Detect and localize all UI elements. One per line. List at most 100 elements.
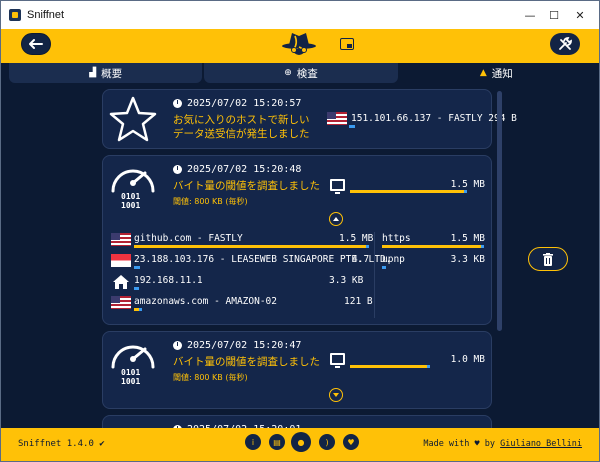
notification-favorite: 2025/07/02 15:20:57 お気に入りのホストで新しい データ送受信… (102, 89, 517, 149)
traffic-bar-out (350, 190, 464, 193)
gauge-binary-2: 1001 (121, 201, 141, 210)
version-label: Sniffnet 1.4.0 ✔ (18, 439, 105, 449)
clock-icon (173, 165, 182, 174)
clear-all-button[interactable] (528, 247, 568, 271)
host-name[interactable]: 192.168.11.1 (134, 275, 203, 286)
chevron-down-icon (333, 393, 339, 397)
tab-bar: ▟ 概要 ⊕ 検査 ▲ 通知 (9, 63, 593, 83)
column-divider (374, 232, 375, 318)
notification-threshold-expanded: 0101 1001 2025/07/02 15:20:48 バイト量の閾値を調査… (102, 155, 492, 325)
search-icon: ⊕ (284, 68, 292, 78)
threshold-value: 閾値: 800 KB (毎秒) (173, 373, 248, 382)
github-icon[interactable]: ● (291, 432, 311, 452)
host-size: 4.7 (352, 254, 370, 265)
traffic-bar-in (139, 308, 142, 311)
service-size: 3.3 KB (450, 254, 485, 265)
trash-icon (543, 252, 553, 266)
us-flag-icon (327, 112, 347, 125)
bell-icon: ▲ (479, 68, 487, 78)
rss-icon[interactable]: ) (319, 434, 335, 450)
traffic-bar (134, 266, 140, 269)
monitor-icon (330, 179, 345, 194)
host-size: 1.5 MB (339, 233, 374, 244)
close-button[interactable]: ✕ (560, 1, 599, 29)
total-size: 1.0 MB (450, 354, 485, 365)
tools-icon (559, 37, 572, 50)
timestamp-text: 2025/07/02 15:20:57 (187, 98, 302, 109)
speedometer-icon (111, 169, 155, 193)
title-bar: Sniffnet — ☐ ✕ (1, 1, 599, 29)
traffic-bar (382, 245, 481, 248)
service-size: 1.5 MB (450, 233, 485, 244)
us-flag-icon (111, 233, 131, 246)
notification-message: バイト量の閾値を調査しました (173, 356, 320, 368)
gauge-binary-2: 1001 (121, 377, 141, 386)
window-title: Sniffnet (27, 9, 65, 21)
traffic-bar-in (481, 245, 484, 248)
tab-overview[interactable]: ▟ 概要 (9, 63, 203, 83)
header-bar (1, 29, 599, 63)
us-flag-icon (111, 296, 131, 309)
traffic-bar-in (464, 190, 467, 193)
scrollbar[interactable] (497, 91, 502, 331)
collapse-button[interactable] (329, 212, 343, 226)
tab-label: 通知 (491, 67, 513, 80)
tab-label: 概要 (101, 67, 123, 80)
chevron-up-icon (333, 217, 339, 221)
timestamp-text: 2025/07/02 15:20:48 (187, 164, 302, 175)
tab-notifications[interactable]: ▲ 通知 (399, 63, 593, 83)
host-size: 3.3 KB (329, 275, 364, 286)
speedometer-icon (111, 345, 155, 369)
service-name[interactable]: https (382, 233, 411, 244)
gauge-binary-1: 0101 (121, 368, 141, 377)
timestamp: 2025/07/02 15:20:47 (173, 340, 301, 351)
book-icon[interactable]: ▤ (269, 434, 285, 450)
total-size: 1.5 MB (450, 179, 485, 190)
gauge-binary-1: 0101 (121, 192, 141, 201)
timestamp-text: 2025/07/02 15:20:47 (187, 340, 302, 351)
host-name[interactable]: github.com - FASTLY (134, 233, 243, 244)
thumbnail-mode-icon[interactable] (340, 38, 354, 50)
host-line: 151.101.66.137 - FASTLY 294 B (351, 113, 517, 124)
traffic-bar (382, 266, 386, 269)
host-size: 121 B (344, 296, 373, 307)
settings-button[interactable] (550, 33, 580, 55)
host-size: 294 B (488, 113, 517, 124)
threshold-value: 閾値: 800 KB (毎秒) (173, 197, 248, 206)
traffic-bar (349, 125, 355, 128)
chart-icon: ▟ (89, 68, 97, 78)
gauge-binary: 0101 1001 (121, 192, 140, 210)
author-link[interactable]: Giuliano Bellini (500, 439, 582, 449)
gauge-binary: 0101 1001 (121, 368, 140, 386)
made-with-text: Made with ♥ by (423, 439, 501, 449)
wiki-icon[interactable]: i (245, 434, 261, 450)
clock-icon (173, 99, 182, 108)
expand-button[interactable] (329, 388, 343, 402)
timestamp: 2025/07/02 15:20:57 (173, 98, 301, 109)
credits: Made with ♥ by Giuliano Bellini (423, 439, 582, 449)
arrow-left-icon (29, 39, 43, 49)
back-button[interactable] (21, 33, 51, 55)
tab-inspect[interactable]: ⊕ 検査 (204, 63, 398, 83)
service-name[interactable]: upnp (382, 254, 405, 265)
traffic-bar-out (350, 365, 427, 368)
traffic-bar (134, 287, 139, 290)
host-name: 151.101.66.137 - FASTLY (351, 113, 483, 124)
notification-message: バイト量の閾値を調査しました (173, 180, 320, 192)
traffic-bar (134, 245, 366, 248)
clock-icon (173, 341, 182, 350)
traffic-bar-in (366, 245, 369, 248)
tab-label: 検査 (296, 67, 318, 80)
star-icon (109, 96, 157, 142)
sniffnet-logo (279, 29, 319, 63)
notification-message-line1: お気に入りのホストで新しい (173, 114, 310, 126)
sg-flag-icon (111, 254, 131, 267)
app-window: Sniffnet — ☐ ✕ ▟ 概要 ⊕ 検査 ▲ 通知 2025/07/02… (0, 0, 600, 462)
heart-icon[interactable]: ♥ (343, 434, 359, 450)
notification-message-line2: データ送受信が発生しました (173, 128, 310, 140)
home-icon (113, 275, 129, 289)
app-logo-icon (9, 9, 21, 21)
host-name[interactable]: amazonaws.com - AMAZON-02 (134, 296, 277, 307)
notification-threshold-collapsed: 0101 1001 2025/07/02 15:20:47 バイト量の閾値を調査… (102, 331, 492, 409)
footer: Sniffnet 1.4.0 ✔ i ▤ ● ) ♥ Made with ♥ b… (1, 428, 599, 461)
